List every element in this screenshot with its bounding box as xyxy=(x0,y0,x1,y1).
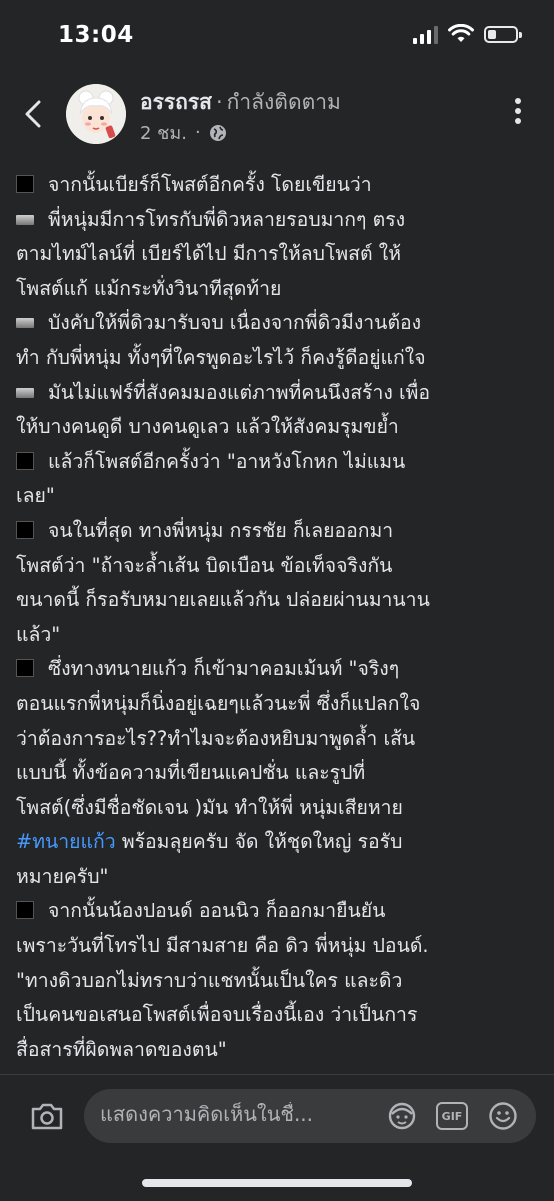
status-icons xyxy=(413,24,522,44)
comment-bar: GIF xyxy=(0,1074,554,1201)
name-separator: · xyxy=(215,90,223,114)
comment-box: GIF xyxy=(84,1089,536,1143)
post-line: เป็นคนขอเสนอโพสต์เพื่อจบเรื่องนี้เอง ว่า… xyxy=(16,998,540,1033)
post-line-text: ซึ่งทางทนายแก้ว ก็เข้ามาคอมเม้นท์ "จริงๆ xyxy=(48,657,400,681)
follow-status[interactable]: กำลังติดตาม xyxy=(227,90,341,114)
post-line-text: ว่าต้องการอะไร??ทำไมจะต้องหยิบมาพูดล้ำ เ… xyxy=(16,726,416,750)
bar-bullet-icon xyxy=(16,387,34,398)
avatar-sticker-icon[interactable] xyxy=(387,1101,417,1131)
post-line: ขนาดนี้ ก็รอรับหมายเลยแล้วกัน ปล่อยผ่านม… xyxy=(16,583,540,618)
post-header: อรรถรส · กำลังติดตาม 2 ชม. · xyxy=(0,74,554,154)
post-line-text: แบบนี้ ทั้งข้อความที่เขียนแคปชั่น และรูป… xyxy=(16,761,366,785)
bar-bullet-icon xyxy=(16,214,34,225)
post-meta: 2 ชม. · xyxy=(140,118,227,147)
post-line-text: ตอนแรกพี่หนุ่มก็นิ่งอยู่เฉยๆแล้วนะพี่ ซึ… xyxy=(16,691,421,715)
clipped-line xyxy=(16,150,540,168)
post-line-text: ทำ กับพี่หนุ่ม ทั้งๆที่ใครพูดอะไรไว้ ก็ค… xyxy=(16,345,426,369)
post-line-text: หมายครับ" xyxy=(16,864,109,888)
bar-bullet-icon xyxy=(16,318,34,329)
post-line: แล้วก็โพสต์อีกครั้งว่า "อาหวังโกหก ไม่แม… xyxy=(16,445,540,480)
post-line: โพสต์ว่า "ถ้าจะล้ำเส้น บิดเบือน ข้อเท็จจ… xyxy=(16,549,540,584)
post-line: ตามไทม์ไลน์ที่ เบียร์ได้ไป มีการให้ลบโพส… xyxy=(16,237,540,272)
comment-input[interactable] xyxy=(100,1102,390,1126)
back-arrow-icon[interactable] xyxy=(24,100,42,128)
post-line-text: สื่อสารที่ผิดพลาดของตน" xyxy=(16,1037,227,1061)
black-square-icon xyxy=(16,175,34,193)
post-line: #ทนายแก้ว พร้อมลุยครับ จัด ให้ชุดใหญ่ รอ… xyxy=(16,825,540,860)
post-line-text: โพสต์(ซึ่งมีชื่อชัดเจน )มัน ทำให้พี่ หนุ… xyxy=(16,795,403,819)
battery-icon xyxy=(484,25,522,43)
post-line: โพสต์(ซึ่งมีชื่อชัดเจน )มัน ทำให้พี่ หนุ… xyxy=(16,791,540,826)
post-line-text: ตามไทม์ไลน์ที่ เบียร์ได้ไป มีการให้ลบโพส… xyxy=(16,242,402,266)
camera-icon[interactable] xyxy=(30,1101,64,1131)
post-line-text: จากนั้นเบียร์ก็โพสต์อีกครั้ง โดยเขียนว่า xyxy=(48,173,372,196)
status-bar: 13:04 xyxy=(0,0,554,74)
post-line: หมายครับ" xyxy=(16,860,540,895)
post-line: เพราะวันที่โทรไป มีสามสาย คือ ดิว พี่หนุ… xyxy=(16,929,540,964)
post-line: มันไม่แฟร์ที่สังคมมองแต่ภาพที่คนนึงสร้าง… xyxy=(16,376,540,411)
post-line: จากนั้นน้องปอนด์ ออนนิว ก็ออกมายืนยัน xyxy=(16,894,540,929)
post-line: บังคับให้พี่ดิวมารับจบ เนื่องจากพี่ดิวมี… xyxy=(16,306,540,341)
post-line: โพสต์แก้ แม้กระทั่งวินาทีสุดท้าย xyxy=(16,272,540,307)
meta-separator: · xyxy=(194,122,201,143)
author-name[interactable]: อรรถรส xyxy=(140,90,212,114)
status-time: 13:04 xyxy=(58,22,134,48)
post-line: จากนั้นเบียร์ก็โพสต์อีกครั้ง โดยเขียนว่า xyxy=(16,168,540,203)
post-line: จนในที่สุด ทางพี่หนุ่ม กรรชัย ก็เลยออกมา xyxy=(16,514,540,549)
post-line-text: จนในที่สุด ทางพี่หนุ่ม กรรชัย ก็เลยออกมา xyxy=(48,518,394,542)
post-line-text: บังคับให้พี่ดิวมารับจบ เนื่องจากพี่ดิวมี… xyxy=(48,311,422,335)
post-line: ตอนแรกพี่หนุ่มก็นิ่งอยู่เฉยๆแล้วนะพี่ ซึ… xyxy=(16,687,540,722)
post-line: "ทางดิวบอกไม่ทราบว่าแชทนั้นเป็นใคร และดิ… xyxy=(16,964,540,999)
post-line-text: เป็นคนขอเสนอโพสต์เพื่อจบเรื่องนี้เอง ว่า… xyxy=(16,1003,418,1027)
post-text: จากนั้นเบียร์ก็โพสต์อีกครั้ง โดยเขียนว่า… xyxy=(16,168,540,1067)
post-line-text: แล้วก็โพสต์อีกครั้งว่า "อาหวังโกหก ไม่แม… xyxy=(48,449,406,473)
post-line-text: โพสต์ว่า "ถ้าจะล้ำเส้น บิดเบือน ข้อเท็จจ… xyxy=(16,553,393,577)
gif-label: GIF xyxy=(441,1109,463,1123)
gif-icon[interactable]: GIF xyxy=(436,1102,468,1130)
avatar[interactable] xyxy=(66,84,126,144)
post-line-text: โพสต์แก้ แม้กระทั่งวินาทีสุดท้าย xyxy=(16,276,282,300)
post-line: แล้ว" xyxy=(16,618,540,653)
post-line: ซึ่งทางทนายแก้ว ก็เข้ามาคอมเม้นท์ "จริงๆ xyxy=(16,652,540,687)
post-line-text: จากนั้นน้องปอนด์ ออนนิว ก็ออกมายืนยัน xyxy=(48,899,386,923)
emoji-icon[interactable] xyxy=(488,1101,518,1131)
post-line-text: ขนาดนี้ ก็รอรับหมายเลยแล้วกัน ปล่อยผ่านม… xyxy=(16,588,430,612)
globe-icon xyxy=(209,124,226,141)
cellular-signal-icon xyxy=(413,24,438,44)
post-line-text: พร้อมลุยครับ จัด ให้ชุดใหญ่ รอรับ xyxy=(115,830,403,854)
more-options-icon[interactable] xyxy=(506,96,530,126)
post-line-text: พี่หนุ่มมีการโทรกับพี่ดิวหลายรอบมากๆ ตรง xyxy=(48,207,406,231)
post-line: ทำ กับพี่หนุ่ม ทั้งๆที่ใครพูดอะไรไว้ ก็ค… xyxy=(16,341,540,376)
post-line-text: มันไม่แฟร์ที่สังคมมองแต่ภาพที่คนนึงสร้าง… xyxy=(48,380,431,404)
post-line-text: เลย" xyxy=(16,484,55,508)
post-time[interactable]: 2 ชม. xyxy=(140,118,187,147)
post-line: เลย" xyxy=(16,479,540,514)
black-square-icon xyxy=(16,659,34,678)
post-content: จากนั้นเบียร์ก็โพสต์อีกครั้ง โดยเขียนว่า… xyxy=(16,150,540,1070)
post-line-text: แล้ว" xyxy=(16,622,61,646)
post-line: ให้บางคนดูดี บางคนดูเลว แล้วให้สังคมรุมข… xyxy=(16,410,540,445)
black-square-icon xyxy=(16,520,34,539)
post-line: ว่าต้องการอะไร??ทำไมจะต้องหยิบมาพูดล้ำ เ… xyxy=(16,722,540,757)
post-line-text: ให้บางคนดูดี บางคนดูเลว แล้วให้สังคมรุมข… xyxy=(16,415,399,439)
black-square-icon xyxy=(16,451,34,470)
black-square-icon xyxy=(16,901,34,920)
hashtag-link[interactable]: #ทนายแก้ว xyxy=(16,830,116,853)
home-indicator[interactable] xyxy=(142,1179,412,1187)
post-line: แบบนี้ ทั้งข้อความที่เขียนแคปชั่น และรูป… xyxy=(16,756,540,791)
post-line-text: เพราะวันที่โทรไป มีสามสาย คือ ดิว พี่หนุ… xyxy=(16,934,429,958)
wifi-icon xyxy=(448,24,474,42)
post-line: พี่หนุ่มมีการโทรกับพี่ดิวหลายรอบมากๆ ตรง xyxy=(16,203,540,238)
author-line: อรรถรส · กำลังติดตาม xyxy=(140,86,341,119)
post-line-text: "ทางดิวบอกไม่ทราบว่าแชทนั้นเป็นใคร และดิ… xyxy=(16,968,403,992)
post-line: สื่อสารที่ผิดพลาดของตน" xyxy=(16,1033,540,1068)
